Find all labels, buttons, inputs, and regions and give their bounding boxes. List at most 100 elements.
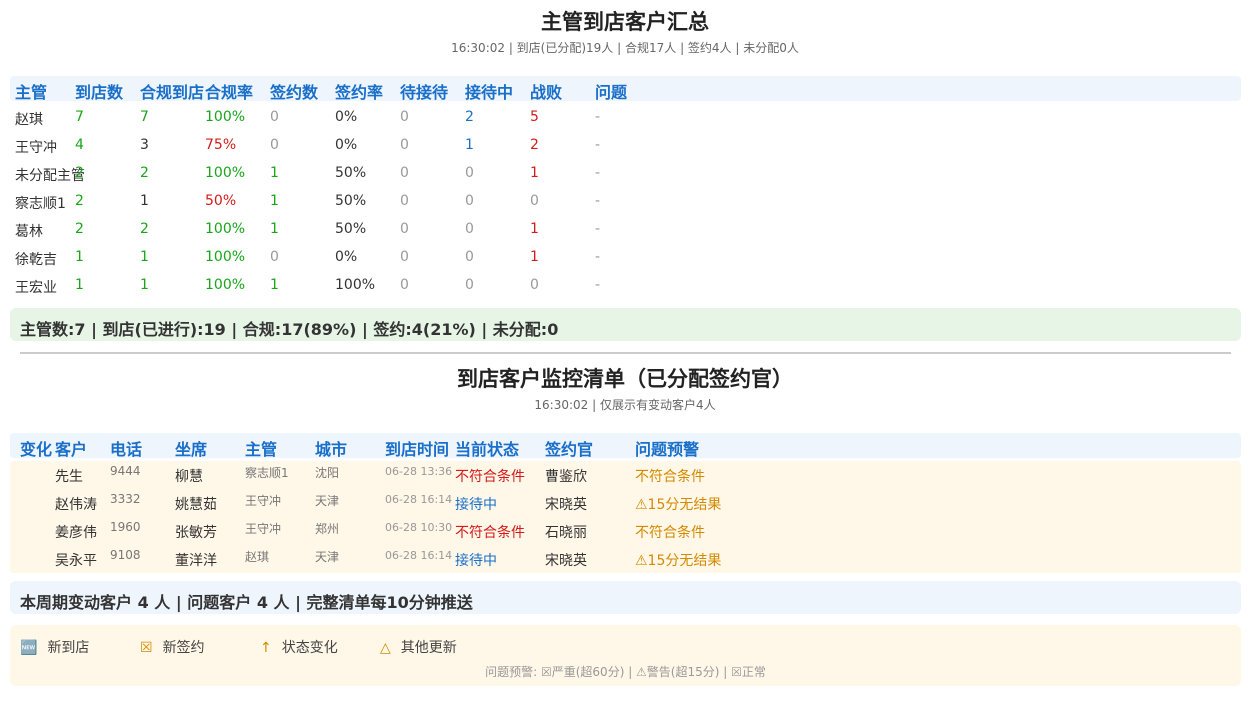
summary-cell: 100% — [205, 249, 246, 265]
monitor-title: 到店客户监控清单（已分配签约官） — [457, 367, 793, 391]
monitor-status-cell: 接待中 — [455, 553, 497, 569]
summary-cell: 100% — [205, 277, 246, 293]
monitor-header-cell: 客户 — [55, 440, 88, 459]
monitor-city-cell: 天津 — [315, 494, 340, 508]
summary-cell: 0 — [465, 277, 474, 293]
monitor-manager-cell: 察志顺1 — [245, 466, 289, 480]
summary-cell: 0% — [335, 137, 358, 153]
monitor-status-cell: 接待中 — [455, 497, 497, 513]
summary-cell: 100% — [205, 165, 246, 181]
summary-header-cell: 到店数 — [75, 83, 124, 102]
summary-cell: - — [595, 249, 601, 265]
monitor-officer-cell: 石晓丽 — [545, 525, 587, 541]
summary-header-cell: 待接待 — [400, 83, 449, 102]
monitor-manager-cell: 王守冲 — [245, 522, 282, 536]
legend-label: 其他更新 — [400, 640, 457, 656]
summary-cell: 1 — [270, 193, 279, 209]
summary-header-cell: 合规到店 — [140, 83, 205, 102]
monitor-footer-text: 本周期变动客户 4 人 | 问题客户 4 人 | 完整清单每10分钟推送 — [20, 593, 473, 612]
monitor-warning-cell: 不符合条件 — [635, 525, 705, 541]
summary-cell: 1 — [140, 249, 149, 265]
monitor-warning-cell: ⚠15分无结果 — [635, 497, 722, 513]
legend-item: △ 其他更新 — [380, 637, 457, 657]
section-divider — [20, 352, 1231, 354]
contract-icon: ☒ — [140, 640, 153, 656]
monitor-header-cell: 变化 — [20, 440, 53, 459]
monitor-customer-cell: 吴永平 — [55, 553, 97, 569]
monitor-header-cell: 问题预警 — [635, 440, 700, 459]
summary-cell: 2 — [465, 109, 474, 125]
monitor-status-cell: 不符合条件 — [455, 469, 525, 485]
summary-cell: 2 — [530, 137, 539, 153]
monitor-phone-cell: 9108 — [110, 548, 141, 562]
summary-cell: 2 — [140, 221, 149, 237]
summary-cell: 2 — [75, 165, 84, 181]
summary-cell: 0 — [465, 193, 474, 209]
summary-cell: 0 — [400, 249, 409, 265]
monitor-header-cell: 签约官 — [545, 440, 594, 459]
summary-cell: 0 — [270, 109, 279, 125]
monitor-officer-cell: 宋晓英 — [545, 497, 587, 513]
summary-cell: 1 — [75, 249, 84, 265]
legend-item: ☒ 新签约 — [140, 637, 205, 657]
summary-cell: - — [595, 193, 601, 209]
monitor-header-cell: 坐席 — [175, 440, 208, 459]
monitor-time-cell: 06-28 13:36 — [385, 465, 453, 478]
summary-cell: 1 — [270, 277, 279, 293]
summary-header-cell: 签约数 — [270, 83, 319, 102]
summary-cell: 2 — [75, 221, 84, 237]
monitor-officer-cell: 宋晓英 — [545, 553, 587, 569]
summary-footer: 主管数:7 | 到店(已进行):19 | 合规:17(89%) | 签约:4(2… — [10, 308, 1241, 341]
summary-cell: 0 — [465, 221, 474, 237]
legend-item: 🆕 新到店 — [20, 637, 89, 657]
summary-cell: 7 — [140, 109, 149, 125]
summary-cell: 0 — [270, 249, 279, 265]
arrow-up-icon: ↑ — [260, 640, 272, 656]
summary-cell: 100% — [205, 109, 246, 125]
summary-cell: 0 — [400, 137, 409, 153]
summary-subtitle: 16:30:02 | 到店(已分配)19人 | 合规17人 | 签约4人 | 未… — [451, 41, 799, 55]
summary-cell: 75% — [205, 137, 237, 153]
summary-cell: 1 — [270, 165, 279, 181]
summary-cell: 察志顺1 — [15, 196, 66, 212]
summary-cell: 1 — [465, 137, 474, 153]
legend-item: ↑ 状态变化 — [260, 637, 338, 657]
summary-cell: 1 — [530, 249, 539, 265]
summary-cell: 5 — [530, 109, 539, 125]
summary-cell: 2 — [75, 193, 84, 209]
legend-label: 新签约 — [162, 640, 205, 656]
summary-cell: 1 — [270, 221, 279, 237]
monitor-seat-cell: 张敏芳 — [175, 525, 217, 541]
summary-cell: 王守冲 — [15, 140, 57, 156]
triangle-icon: △ — [380, 640, 391, 656]
summary-cell: 0 — [465, 165, 474, 181]
monitor-manager-cell: 赵琪 — [245, 550, 270, 564]
summary-cell: 50% — [335, 165, 367, 181]
monitor-city-cell: 天津 — [315, 550, 340, 564]
summary-cell: 0% — [335, 109, 358, 125]
monitor-customer-cell: 赵伟涛 — [55, 497, 97, 513]
summary-cell: - — [595, 277, 601, 293]
summary-cell: 赵琪 — [15, 112, 43, 128]
monitor-footer: 本周期变动客户 4 人 | 问题客户 4 人 | 完整清单每10分钟推送 — [10, 581, 1241, 614]
monitor-city-cell: 郑州 — [315, 522, 340, 536]
summary-cell: 3 — [140, 137, 149, 153]
summary-title: 主管到店客户汇总 — [541, 10, 709, 34]
monitor-status-cell: 不符合条件 — [455, 525, 525, 541]
monitor-officer-cell: 曹鉴欣 — [545, 469, 587, 485]
legend-label: 状态变化 — [281, 640, 338, 656]
monitor-customer-cell: 姜彦伟 — [55, 525, 97, 541]
monitor-subtitle: 16:30:02 | 仅展示有变动客户4人 — [534, 398, 716, 412]
summary-cell: 1 — [75, 277, 84, 293]
summary-cell: 0 — [530, 193, 539, 209]
summary-cell: 葛林 — [15, 224, 43, 240]
summary-cell: 0 — [400, 221, 409, 237]
summary-cell: 50% — [335, 221, 367, 237]
monitor-warning-cell: ⚠15分无结果 — [635, 553, 722, 569]
summary-cell: 0 — [465, 249, 474, 265]
summary-cell: 0 — [400, 277, 409, 293]
monitor-header-cell: 当前状态 — [455, 440, 520, 459]
summary-header-cell: 合规率 — [205, 83, 254, 102]
summary-header-cell: 主管 — [15, 83, 48, 102]
summary-cell: - — [595, 221, 601, 237]
